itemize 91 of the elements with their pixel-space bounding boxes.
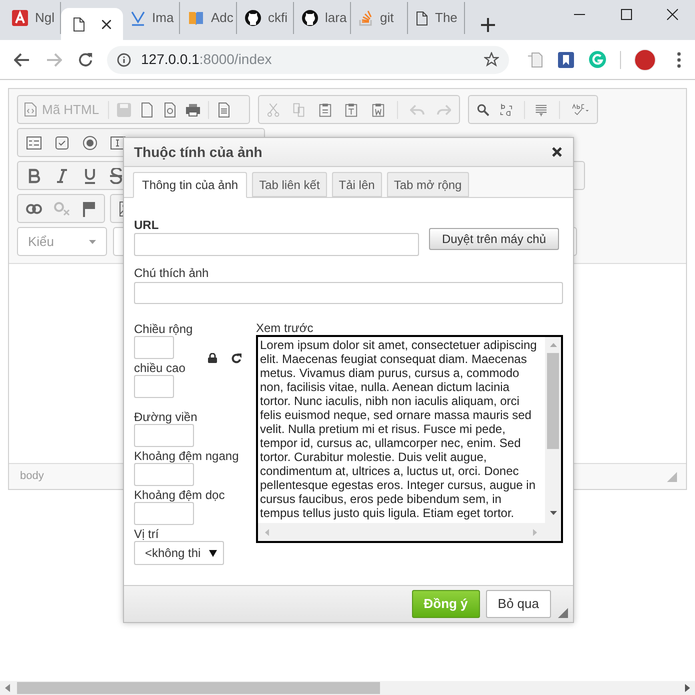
scroll-up-icon[interactable] [550,343,556,347]
dialog-tab[interactable]: Tab liên kết [252,172,327,197]
number-field[interactable] [134,375,174,398]
scrollbar-thumb[interactable] [547,353,559,449]
field-label: chiều cao [134,361,186,375]
number-field[interactable] [134,502,194,525]
preview-label: Xem trước [256,321,314,335]
search-icon[interactable] [477,102,490,118]
stack-icon [359,10,373,26]
underline-icon[interactable] [82,168,98,184]
dialog-tab[interactable]: Tải lên [332,172,382,197]
url-label: URL [134,218,160,232]
resize-handle-icon[interactable] [667,472,677,482]
book-icon [188,11,204,25]
url-text: 127.0.0.1:8000/index [141,50,272,69]
browser-tab[interactable] [61,8,123,40]
paste-icon[interactable] [318,102,332,118]
resize-handle-icon[interactable] [558,608,568,618]
browser-tab[interactable]: The [408,2,465,34]
reload-icon[interactable] [78,52,93,67]
number-field[interactable] [134,336,174,359]
dialog-tab[interactable]: Tab mở rộng [386,172,469,197]
preview-icon[interactable] [162,102,178,118]
scrollbar-thumb[interactable] [17,682,380,694]
back-icon[interactable] [14,52,30,66]
vertical-scrollbar[interactable] [545,337,561,523]
link-icon[interactable] [26,204,42,214]
browser-tab[interactable]: ckfi [237,2,294,34]
field-label: Khoảng đệm dọc [134,488,226,502]
dropdown-arrow-icon[interactable] [209,550,217,556]
browser-tab[interactable]: Adc [180,2,237,34]
field-label: Khoảng đệm ngang [134,449,240,463]
browse-server-button[interactable]: Duyệt trên máy chủ [429,228,559,250]
caption-field[interactable] [134,282,563,304]
browser-tab[interactable]: lara [294,2,351,34]
new-page-icon[interactable] [139,102,156,118]
styles-dropdown[interactable]: Kiểu [17,227,107,256]
cat-logo-icon [302,10,318,26]
profile-avatar[interactable] [634,48,656,70]
document-icon[interactable] [527,52,543,68]
templates-icon[interactable] [216,102,232,118]
cancel-button[interactable]: Bỏ qua [486,590,551,618]
number-field[interactable] [134,463,194,486]
extension-icon[interactable] [589,51,606,68]
info-icon[interactable] [117,52,131,66]
bold-icon[interactable] [26,168,42,184]
strikethrough-icon[interactable] [110,168,122,184]
italic-icon[interactable] [54,168,70,184]
v-logo-icon [131,10,145,26]
spellcheck-icon[interactable] [570,102,589,118]
number-field[interactable] [134,424,194,447]
dialog-title: Thuộc tính của ảnh [134,142,262,162]
page-icon [416,10,428,26]
scroll-down-icon[interactable] [550,511,556,515]
field-label: Vị trí [134,527,160,541]
paste-text-icon[interactable] [344,102,359,118]
field-label: Đường viền [134,410,198,424]
flag-icon[interactable] [82,200,96,216]
minimize-icon[interactable] [574,14,585,16]
bookmark-icon[interactable] [558,52,574,68]
dialog-tab[interactable]: Thông tin của ảnh [133,172,248,198]
url-field[interactable] [134,233,419,256]
letter-logo-icon [12,10,28,26]
caption-label: Chú thích ảnh [134,266,210,280]
scroll-left-icon[interactable] [5,684,10,692]
code-page-icon [24,102,37,117]
radio-icon[interactable] [82,134,98,150]
menu-icon[interactable] [677,52,681,68]
reset-icon[interactable] [231,353,242,364]
horizontal-scrollbar[interactable] [0,681,695,695]
preview-text: Lorem ipsum dolor sit amet, consectetuer adipiscing elit. Maecenas feugiat consequat diam. Maecenas metus. Vivamus diam purus, cursus a, commodo non, facilisis vitae, nulla. Aenean dictum lacinia tortor. Nunc iaculis, nibh non iaculis aliquam, orci felis euismod neque, sed ornare massa mauris sed velit. Nulla pretium mi et risus. Fusce mi pede, tempor id, cursus ac, ullamcorper nec, enim. Sed tortor. Curabitur molestie. Duis velit augue, condimentum at, ultrices a, luctus ut, orci. Donec pellentesque egestas eros. Integer cursus, augue in cursus faucibus, eros pede bibendum sem, in tempus tellus justo quis ligula. Etiam eget tortor. [259,337,538,522]
scroll-right-icon[interactable] [685,684,690,692]
browser-tab[interactable]: Ima [123,2,180,34]
browser-tab[interactable]: Ngl [4,2,61,34]
field-label: Chiều rộng [134,322,194,336]
address-bar[interactable]: 127.0.0.1:8000/index [107,46,509,74]
star-icon[interactable] [484,52,499,67]
page-icon [73,16,85,32]
close-icon[interactable] [552,147,562,157]
browser-tab[interactable]: git [351,2,408,34]
alignment-select[interactable]: <không thi [134,541,224,565]
print-icon[interactable] [185,102,202,118]
paste-word-icon[interactable] [370,102,386,118]
maximize-icon[interactable] [621,9,632,20]
close-icon[interactable] [667,9,678,20]
checkbox-icon[interactable] [54,134,70,150]
cat-logo-icon [245,10,261,26]
lock-icon[interactable] [208,353,217,363]
new-tab-icon[interactable] [481,18,495,32]
close-icon[interactable] [102,20,111,28]
form-icon[interactable] [26,136,42,150]
